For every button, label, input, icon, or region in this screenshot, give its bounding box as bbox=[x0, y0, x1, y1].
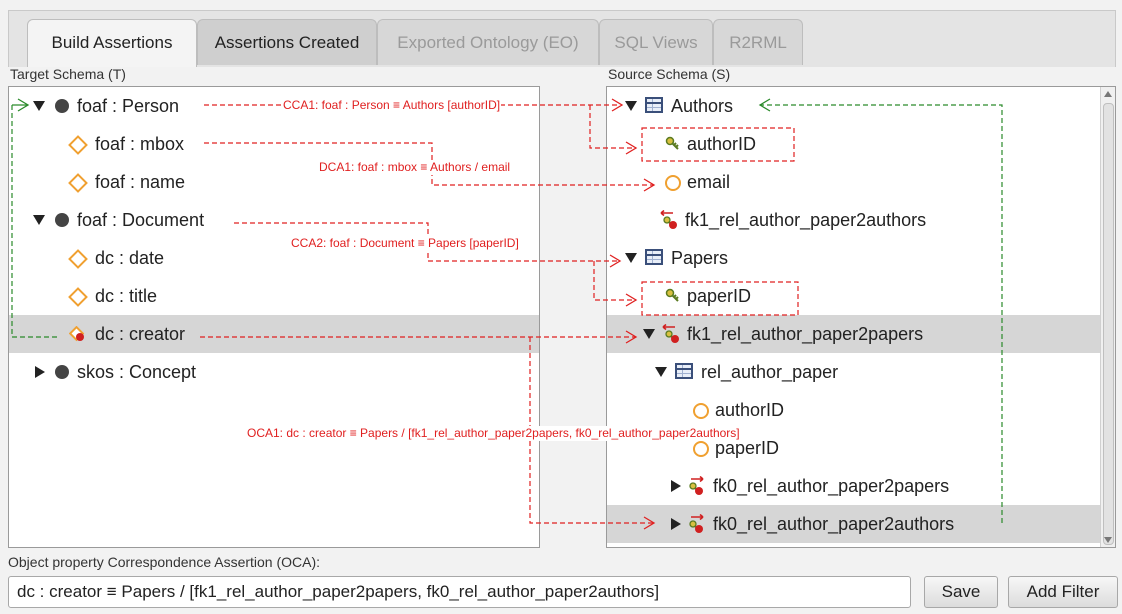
tab-r2rml[interactable]: R2RML bbox=[713, 19, 803, 65]
dca1-annotation: DCA1: foaf : mbox ≡ Authors / email bbox=[318, 160, 512, 175]
datatype-property-icon bbox=[68, 173, 88, 193]
tree-row-label: paperID bbox=[687, 286, 752, 306]
tree-row-dc-title[interactable]: dc : title bbox=[9, 277, 539, 315]
tree-row-label: authorID bbox=[687, 134, 757, 154]
tree-row-skos-concept[interactable]: skos : Concept bbox=[9, 353, 539, 391]
expand-arrow-icon[interactable] bbox=[643, 329, 655, 339]
tree-row-label: foaf : name bbox=[95, 172, 186, 192]
tree-row-label: email bbox=[687, 172, 731, 192]
tab-assertions-created[interactable]: Assertions Created bbox=[197, 19, 377, 65]
tree-row-label: rel_author_paper bbox=[701, 362, 839, 382]
scroll-thumb[interactable] bbox=[1103, 103, 1114, 545]
tab-exported-ontology[interactable]: Exported Ontology (EO) bbox=[377, 19, 599, 65]
tree-row-label: dc : creator bbox=[95, 324, 186, 344]
scroll-up-icon[interactable] bbox=[1104, 91, 1112, 97]
foreign-key-out-icon bbox=[689, 476, 704, 495]
source-schema-tree[interactable]: Authors authorID email fk1_rel_author_pa… bbox=[606, 86, 1116, 548]
tree-row-authors-authorid[interactable]: authorID bbox=[607, 125, 1101, 163]
tab-sql-views[interactable]: SQL Views bbox=[599, 19, 713, 65]
column-icon bbox=[665, 175, 681, 191]
tree-row-dc-creator[interactable]: dc : creator bbox=[9, 315, 539, 353]
expand-arrow-icon[interactable] bbox=[625, 253, 637, 263]
tree-row-papers-paperid[interactable]: paperID bbox=[607, 277, 1101, 315]
tree-row-label: Authors bbox=[671, 96, 734, 116]
expand-arrow-icon[interactable] bbox=[33, 215, 45, 225]
tree-row-label: dc : date bbox=[95, 248, 165, 268]
tree-row-label: authorID bbox=[715, 400, 785, 420]
tree-row-papers[interactable]: Papers bbox=[607, 239, 1101, 277]
tab-build-assertions[interactable]: Build Assertions bbox=[27, 19, 197, 67]
tree-row-label: fk1_rel_author_paper2authors bbox=[685, 210, 927, 230]
foreign-key-out-icon bbox=[689, 514, 704, 533]
tree-row-label: fk0_rel_author_paper2authors bbox=[713, 514, 955, 534]
tree-row-rel-author-paper[interactable]: rel_author_paper bbox=[607, 353, 1101, 391]
tree-row-authors[interactable]: Authors bbox=[607, 87, 1101, 125]
table-icon bbox=[675, 363, 693, 379]
cca1-annotation: CCA1: foaf : Person ≡ Authors [authorID] bbox=[282, 98, 502, 113]
target-schema-tree[interactable]: foaf : Person foaf : mbox foaf : name fo… bbox=[8, 86, 540, 548]
collapse-arrow-icon[interactable] bbox=[671, 518, 681, 530]
foreign-key-in-icon bbox=[660, 210, 677, 229]
tree-row-rel-authorid[interactable]: authorID bbox=[607, 391, 1101, 429]
source-tree-scrollbar[interactable] bbox=[1100, 87, 1115, 547]
tree-row-label: foaf : Document bbox=[77, 210, 205, 230]
tree-row-label: Papers bbox=[671, 248, 729, 268]
datatype-property-icon bbox=[68, 249, 88, 269]
scroll-down-icon[interactable] bbox=[1104, 537, 1112, 543]
source-schema-title: Source Schema (S) bbox=[608, 66, 731, 82]
add-filter-button[interactable]: Add Filter bbox=[1008, 576, 1118, 608]
tree-row-label: skos : Concept bbox=[77, 362, 197, 382]
collapse-arrow-icon[interactable] bbox=[671, 480, 681, 492]
primary-key-icon bbox=[665, 288, 679, 302]
tree-row-fk0-paper2authors[interactable]: fk0_rel_author_paper2authors bbox=[607, 505, 1101, 543]
expand-arrow-icon[interactable] bbox=[625, 101, 637, 111]
tree-row-label: foaf : mbox bbox=[95, 134, 185, 154]
save-button[interactable]: Save bbox=[924, 576, 998, 608]
column-icon bbox=[693, 441, 709, 457]
tree-row-label: fk1_rel_author_paper2papers bbox=[687, 324, 924, 344]
expand-arrow-icon[interactable] bbox=[33, 101, 45, 111]
primary-key-icon bbox=[665, 136, 679, 150]
datatype-property-icon bbox=[68, 135, 88, 155]
expand-arrow-icon[interactable] bbox=[655, 367, 667, 377]
tree-row-label: fk0_rel_author_paper2papers bbox=[713, 476, 950, 496]
tree-row-label: foaf : Person bbox=[77, 96, 180, 116]
target-schema-title: Target Schema (T) bbox=[10, 66, 126, 82]
tab-bar: Build Assertions Assertions Created Expo… bbox=[8, 10, 1116, 67]
tree-row-fk1-paper2authors[interactable]: fk1_rel_author_paper2authors bbox=[607, 201, 1101, 239]
oca-input[interactable]: dc : creator ≡ Papers / [fk1_rel_author_… bbox=[8, 576, 911, 608]
oca1-annotation: OCA1: dc : creator ≡ Papers / [fk1_rel_a… bbox=[246, 426, 741, 441]
datatype-property-icon bbox=[68, 287, 88, 307]
tree-row-fk1-paper2papers[interactable]: fk1_rel_author_paper2papers bbox=[607, 315, 1101, 353]
tree-row-authors-email[interactable]: email bbox=[607, 163, 1101, 201]
oca-field-label: Object property Correspondence Assertion… bbox=[8, 554, 321, 570]
table-icon bbox=[645, 97, 663, 113]
class-dot-icon bbox=[55, 99, 69, 113]
class-dot-icon bbox=[55, 213, 69, 227]
cca2-annotation: CCA2: foaf : Document ≡ Papers [paperID] bbox=[290, 236, 520, 251]
table-icon bbox=[645, 249, 663, 265]
tree-row-foaf-mbox[interactable]: foaf : mbox bbox=[9, 125, 539, 163]
tree-row-fk0-paper2papers[interactable]: fk0_rel_author_paper2papers bbox=[607, 467, 1101, 505]
class-dot-icon bbox=[55, 365, 69, 379]
tree-row-foaf-document[interactable]: foaf : Document bbox=[9, 201, 539, 239]
object-property-icon bbox=[69, 326, 85, 342]
collapse-arrow-icon[interactable] bbox=[35, 366, 45, 378]
tree-row-label: dc : title bbox=[95, 286, 158, 306]
column-icon bbox=[693, 403, 709, 419]
foreign-key-in-icon bbox=[662, 324, 679, 343]
